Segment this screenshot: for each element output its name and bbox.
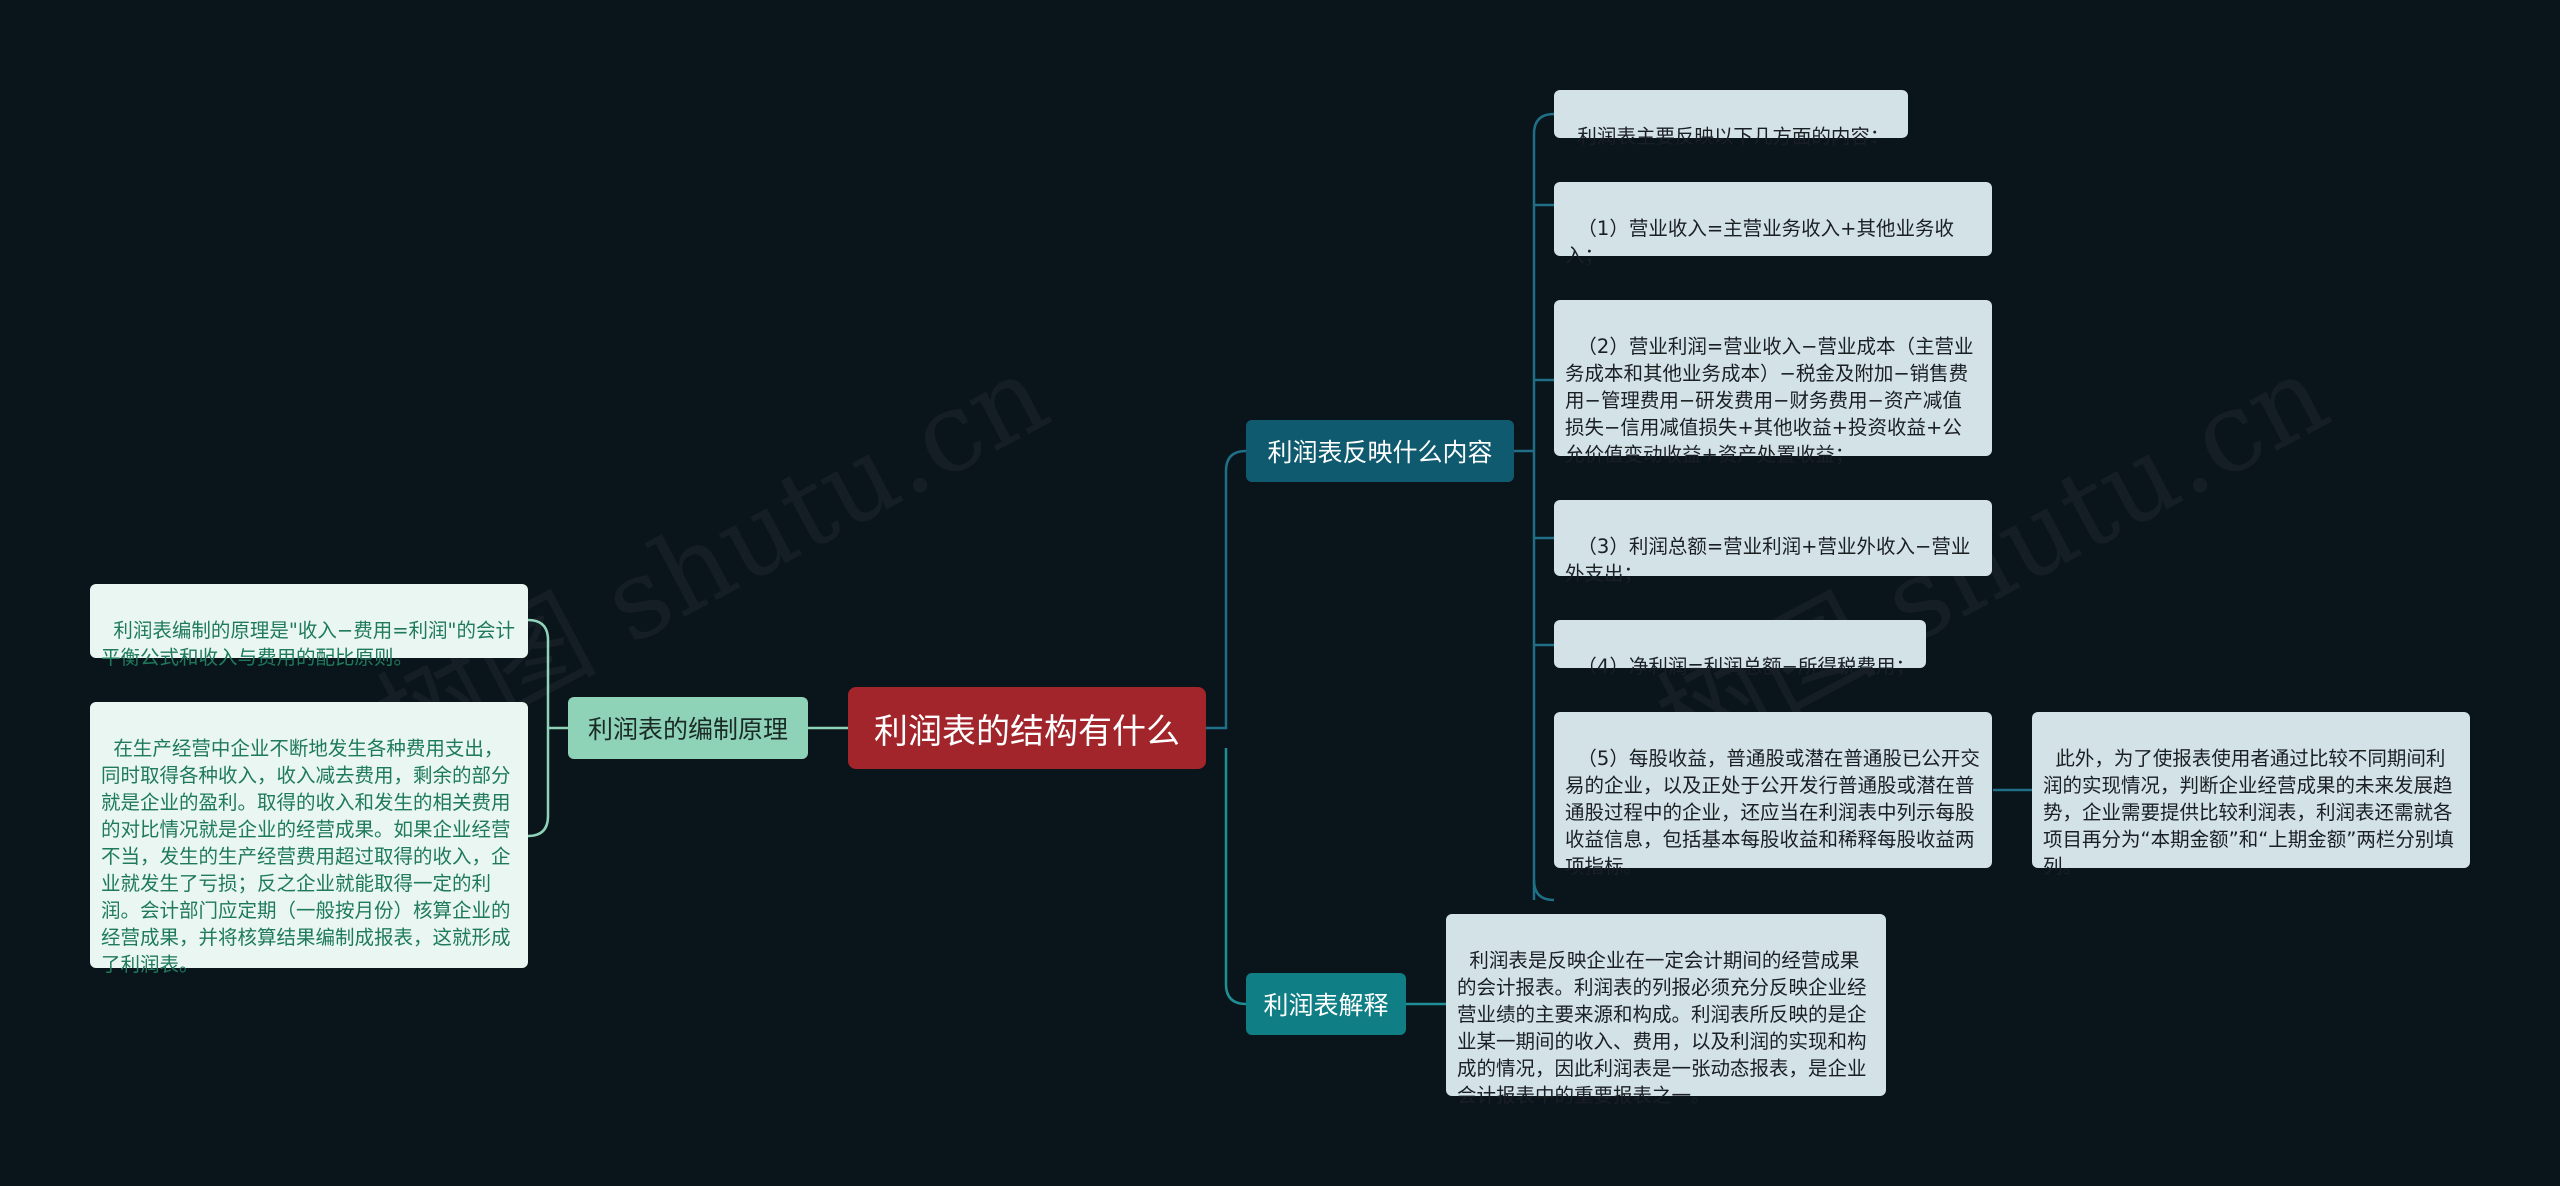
explain-text[interactable]: 利润表是反映企业在一定会计期间的经营成果的会计报表。利润表的列报必须充分反映企业… bbox=[1446, 914, 1886, 1107]
branch-content[interactable]: 利润表反映什么内容 bbox=[1246, 420, 1514, 482]
principle-item-2[interactable]: 在生产经营中企业不断地发生各种费用支出，同时取得各种收入，收入减去费用，剩余的部… bbox=[90, 702, 528, 976]
branch-explain-label: 利润表解释 bbox=[1263, 991, 1389, 1020]
content-sub-note[interactable]: 此外，为了使报表使用者通过比较不同期间利润的实现情况，判断企业经营成果的未来发展… bbox=[2032, 712, 2470, 878]
content-item-5[interactable]: （5）每股收益，普通股或潜在普通股已公开交易的企业，以及正处于公开发行普通股或潜… bbox=[1554, 712, 1992, 878]
content-item-3[interactable]: （3）利润总额=营业利润+营业外收入−营业外支出； bbox=[1554, 500, 1992, 585]
content-item-intro[interactable]: 利润表主要反映以下几方面的内容： bbox=[1554, 90, 1908, 148]
root-topic[interactable]: 利润表的结构有什么 bbox=[848, 687, 1206, 769]
branch-explain[interactable]: 利润表解释 bbox=[1246, 973, 1406, 1035]
content-item-2[interactable]: （2）营业利润=营业收入−营业成本（主营业务成本和其他业务成本）−税金及附加−销… bbox=[1554, 300, 1992, 466]
root-topic-label: 利润表的结构有什么 bbox=[874, 711, 1180, 752]
content-item-4[interactable]: （4）净利润=利润总额−所得税费用； bbox=[1554, 620, 1926, 678]
content-item-1[interactable]: （1）营业收入=主营业务收入+其他业务收入； bbox=[1554, 182, 1992, 267]
branch-content-label: 利润表反映什么内容 bbox=[1267, 438, 1493, 467]
branch-principle[interactable]: 利润表的编制原理 bbox=[568, 697, 808, 759]
principle-item-1[interactable]: 利润表编制的原理是"收入−费用=利润"的会计平衡公式和收入与费用的配比原则。 bbox=[90, 584, 528, 669]
branch-principle-label: 利润表的编制原理 bbox=[587, 715, 788, 744]
